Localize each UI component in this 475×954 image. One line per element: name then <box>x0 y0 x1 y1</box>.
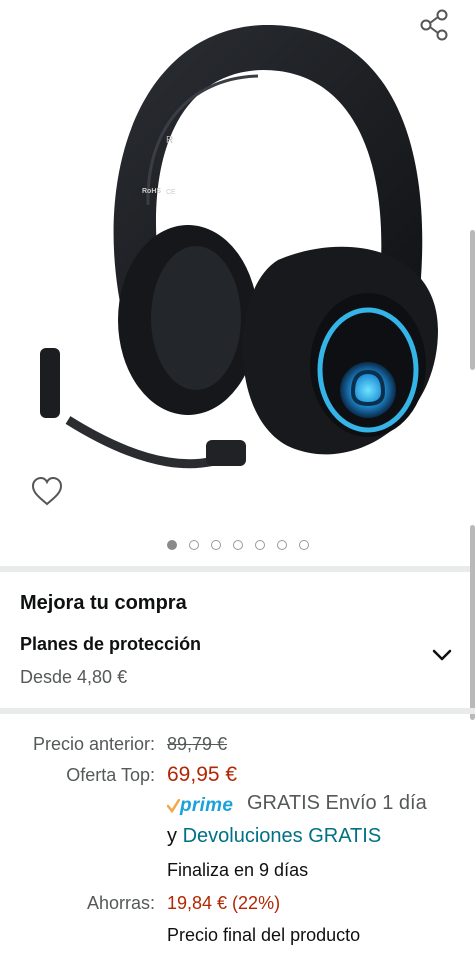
pagination-dot[interactable] <box>254 540 265 550</box>
free-returns-line: y Devoluciones GRATIS <box>167 825 381 848</box>
side-mark-text: R <box>166 135 173 146</box>
prime-badge: prime <box>167 794 233 818</box>
returns-prefix: y <box>167 825 177 847</box>
pagination-dot-active[interactable] <box>166 540 177 550</box>
share-icon[interactable] <box>414 6 454 42</box>
pagination-dot[interactable] <box>188 540 199 550</box>
free-shipping-text: GRATIS Envío 1 día <box>247 792 427 814</box>
savings-label: Ahorras: <box>86 893 155 913</box>
scrollbar-middle[interactable] <box>470 525 475 720</box>
prime-logo-text: prime <box>180 795 234 816</box>
prime-check-icon <box>167 799 180 813</box>
offer-label: Oferta Top: <box>66 765 155 785</box>
offer-ends-text: Finaliza en 9 días <box>167 860 309 880</box>
pagination-dot[interactable] <box>276 540 287 550</box>
section-divider <box>0 566 475 572</box>
pagination-dot[interactable] <box>232 540 243 550</box>
upgrade-section-title: Mejora tu compra <box>20 592 187 614</box>
chevron-down-icon[interactable] <box>430 644 454 666</box>
savings-value: 19,84 € (22%) <box>167 893 281 913</box>
final-price-note: Precio final del producto <box>167 925 361 945</box>
pagination-dot[interactable] <box>210 540 221 550</box>
protection-plan-price: Desde 4,80 € <box>20 667 128 687</box>
protection-plan-title: Planes de protección <box>20 634 202 654</box>
product-image-gallery[interactable]: R RoHS CE <box>0 0 475 565</box>
product-image[interactable]: R RoHS CE <box>28 0 448 510</box>
offer-price: 69,95 € <box>167 763 238 786</box>
rohs-text: RoHS <box>142 188 161 195</box>
section-divider <box>0 708 475 714</box>
free-returns-link[interactable]: Devoluciones GRATIS <box>183 825 382 847</box>
pagination-dot[interactable] <box>298 540 309 550</box>
previous-price-label: Precio anterior: <box>32 734 155 754</box>
scrollbar-top[interactable] <box>470 230 475 370</box>
heart-outline-icon[interactable] <box>30 476 64 508</box>
ce-text: CE <box>166 189 176 196</box>
image-pagination-dots <box>0 540 475 554</box>
previous-price-value: 89,79 € <box>167 734 228 754</box>
